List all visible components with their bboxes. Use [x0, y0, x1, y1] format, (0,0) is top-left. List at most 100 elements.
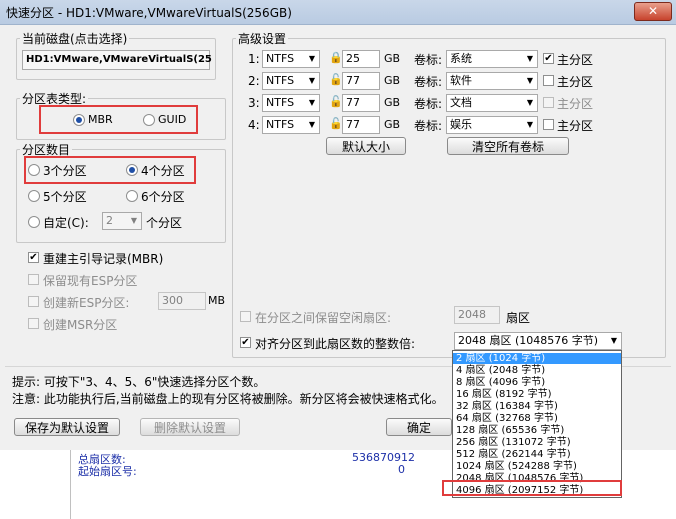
align-option[interactable]: 256 扇区 (131072 字节)	[453, 437, 621, 448]
align-combo[interactable]: 2048 扇区 (1048576 字节) ▼	[454, 332, 622, 350]
primary-partition-label: 主分区	[557, 97, 594, 111]
align-option[interactable]: 4 扇区 (2048 字节)	[453, 365, 621, 376]
volume-label-value: 娱乐	[450, 118, 472, 131]
radio-6-partitions[interactable]	[126, 190, 138, 202]
primary-partition-label: 主分区	[557, 53, 594, 67]
volume-label-combo[interactable]: 系统 ▼	[446, 50, 538, 68]
size-field[interactable]: 77	[342, 72, 380, 90]
current-disk-selector[interactable]: HD1:VMware,VMwareVirtualS(25	[22, 50, 212, 70]
start-sector-value: 0	[398, 463, 405, 476]
volume-label-caption: 卷标:	[414, 97, 443, 111]
align-option[interactable]: 2 扇区 (1024 字节)	[453, 353, 621, 364]
size-unit: GB	[384, 118, 401, 131]
primary-partition-checkbox[interactable]	[543, 75, 554, 86]
align-label: 对齐分区到此扇区数的整数倍:	[255, 337, 416, 351]
volume-label-combo[interactable]: 文档 ▼	[446, 94, 538, 112]
lock-icon[interactable]: 🔓	[329, 95, 343, 108]
create-msr-label: 创建MSR分区	[43, 318, 118, 332]
filesystem-combo[interactable]: NTFS ▼	[262, 94, 320, 112]
primary-partition-label: 主分区	[557, 75, 594, 89]
align-option[interactable]: 128 扇区 (65536 字节)	[453, 425, 621, 436]
chevron-down-icon: ▼	[308, 76, 316, 85]
primary-partition-label: 主分区	[557, 119, 594, 133]
label-6-partitions: 6个分区	[141, 190, 185, 204]
align-option[interactable]: 32 扇区 (16384 字节)	[453, 401, 621, 412]
chevron-down-icon: ▼	[526, 98, 534, 107]
filesystem-value: NTFS	[266, 118, 295, 131]
radio-5-partitions[interactable]	[28, 190, 40, 202]
align-checkbox[interactable]: ✔	[240, 337, 251, 348]
current-disk-label: 当前磁盘(点击选择)	[20, 30, 130, 47]
size-unit: GB	[384, 96, 401, 109]
row-number: 3:	[248, 96, 260, 110]
volume-label-value: 系统	[450, 52, 472, 65]
volume-label-combo[interactable]: 娱乐 ▼	[446, 116, 538, 134]
volume-label-value: 软件	[450, 74, 472, 87]
align-option[interactable]: 16 扇区 (8192 字节)	[453, 389, 621, 400]
chevron-down-icon: ▼	[308, 54, 316, 63]
partition-count-highlight	[24, 156, 196, 184]
clear-all-labels-button[interactable]: 清空所有卷标	[447, 137, 569, 155]
panel-divider	[70, 450, 71, 519]
tip-text: 提示: 可按下"3、4、5、6"快速选择分区个数。	[12, 375, 266, 389]
size-field[interactable]: 77	[342, 94, 380, 112]
custom-suffix: 个分区	[146, 216, 183, 230]
radio-custom[interactable]	[28, 216, 40, 228]
chevron-down-icon: ▼	[130, 216, 138, 225]
align-option[interactable]: 512 扇区 (262144 字节)	[453, 449, 621, 460]
align-option[interactable]: 64 扇区 (32768 字节)	[453, 413, 621, 424]
size-field[interactable]: 77	[342, 116, 380, 134]
filesystem-value: NTFS	[266, 96, 295, 109]
custom-label: 自定(C):	[43, 216, 89, 230]
custom-count-combo[interactable]: 2 ▼	[102, 212, 142, 230]
filesystem-combo[interactable]: NTFS ▼	[262, 72, 320, 90]
custom-count-value: 2	[106, 214, 113, 227]
chevron-down-icon: ▼	[526, 76, 534, 85]
lock-icon[interactable]: 🔓	[329, 73, 343, 86]
rebuild-mbr-checkbox[interactable]: ✔	[28, 252, 39, 263]
filesystem-value: NTFS	[266, 52, 295, 65]
save-default-button[interactable]: 保存为默认设置	[14, 418, 120, 436]
filesystem-combo[interactable]: NTFS ▼	[262, 50, 320, 68]
create-esp-checkbox[interactable]	[28, 296, 39, 307]
advanced-settings-label: 高级设置	[236, 30, 289, 47]
volume-label-caption: 卷标:	[414, 119, 443, 133]
volume-label-caption: 卷标:	[414, 75, 443, 89]
rebuild-mbr-label: 重建主引导记录(MBR)	[43, 252, 164, 266]
ok-button[interactable]: 确定	[386, 418, 452, 436]
window-title: 快速分区 - HD1:VMware,VMwareVirtualS(256GB)	[6, 6, 292, 20]
default-size-button[interactable]: 默认大小	[326, 137, 406, 155]
size-field[interactable]: 25	[342, 50, 380, 68]
reserve-sectors-field[interactable]: 2048	[454, 306, 500, 324]
row-number: 1:	[248, 52, 260, 66]
size-unit: GB	[384, 74, 401, 87]
reserve-sectors-checkbox[interactable]	[240, 311, 251, 322]
chevron-down-icon: ▼	[308, 120, 316, 129]
filesystem-combo[interactable]: NTFS ▼	[262, 116, 320, 134]
align-combo-value: 2048 扇区 (1048576 字节)	[458, 334, 599, 347]
align-option[interactable]: 1024 扇区 (524288 字节)	[453, 461, 621, 472]
create-msr-checkbox[interactable]	[28, 318, 39, 329]
delete-default-button[interactable]: 删除默认设置	[140, 418, 240, 436]
volume-label-value: 文档	[450, 96, 472, 109]
esp-size-field[interactable]: 300	[158, 292, 206, 310]
row-number: 4:	[248, 118, 260, 132]
size-unit: GB	[384, 52, 401, 65]
close-button[interactable]: ✕	[634, 2, 672, 21]
primary-partition-checkbox[interactable]: ✔	[543, 53, 554, 64]
primary-partition-checkbox[interactable]	[543, 97, 554, 108]
create-esp-label: 创建新ESP分区:	[43, 296, 130, 310]
chevron-down-icon: ▼	[308, 98, 316, 107]
align-option[interactable]: 8 扇区 (4096 字节)	[453, 377, 621, 388]
reserve-sectors-label: 在分区之间保留空闲扇区:	[255, 311, 392, 325]
lock-icon[interactable]: 🔓	[329, 117, 343, 130]
keep-esp-checkbox[interactable]	[28, 274, 39, 285]
primary-partition-checkbox[interactable]	[543, 119, 554, 130]
label-5-partitions: 5个分区	[43, 190, 87, 204]
lock-icon[interactable]: 🔒	[329, 51, 343, 64]
chevron-down-icon: ▼	[526, 120, 534, 129]
volume-label-combo[interactable]: 软件 ▼	[446, 72, 538, 90]
filesystem-value: NTFS	[266, 74, 295, 87]
chevron-down-icon: ▼	[526, 54, 534, 63]
esp-size-unit: MB	[208, 294, 226, 307]
